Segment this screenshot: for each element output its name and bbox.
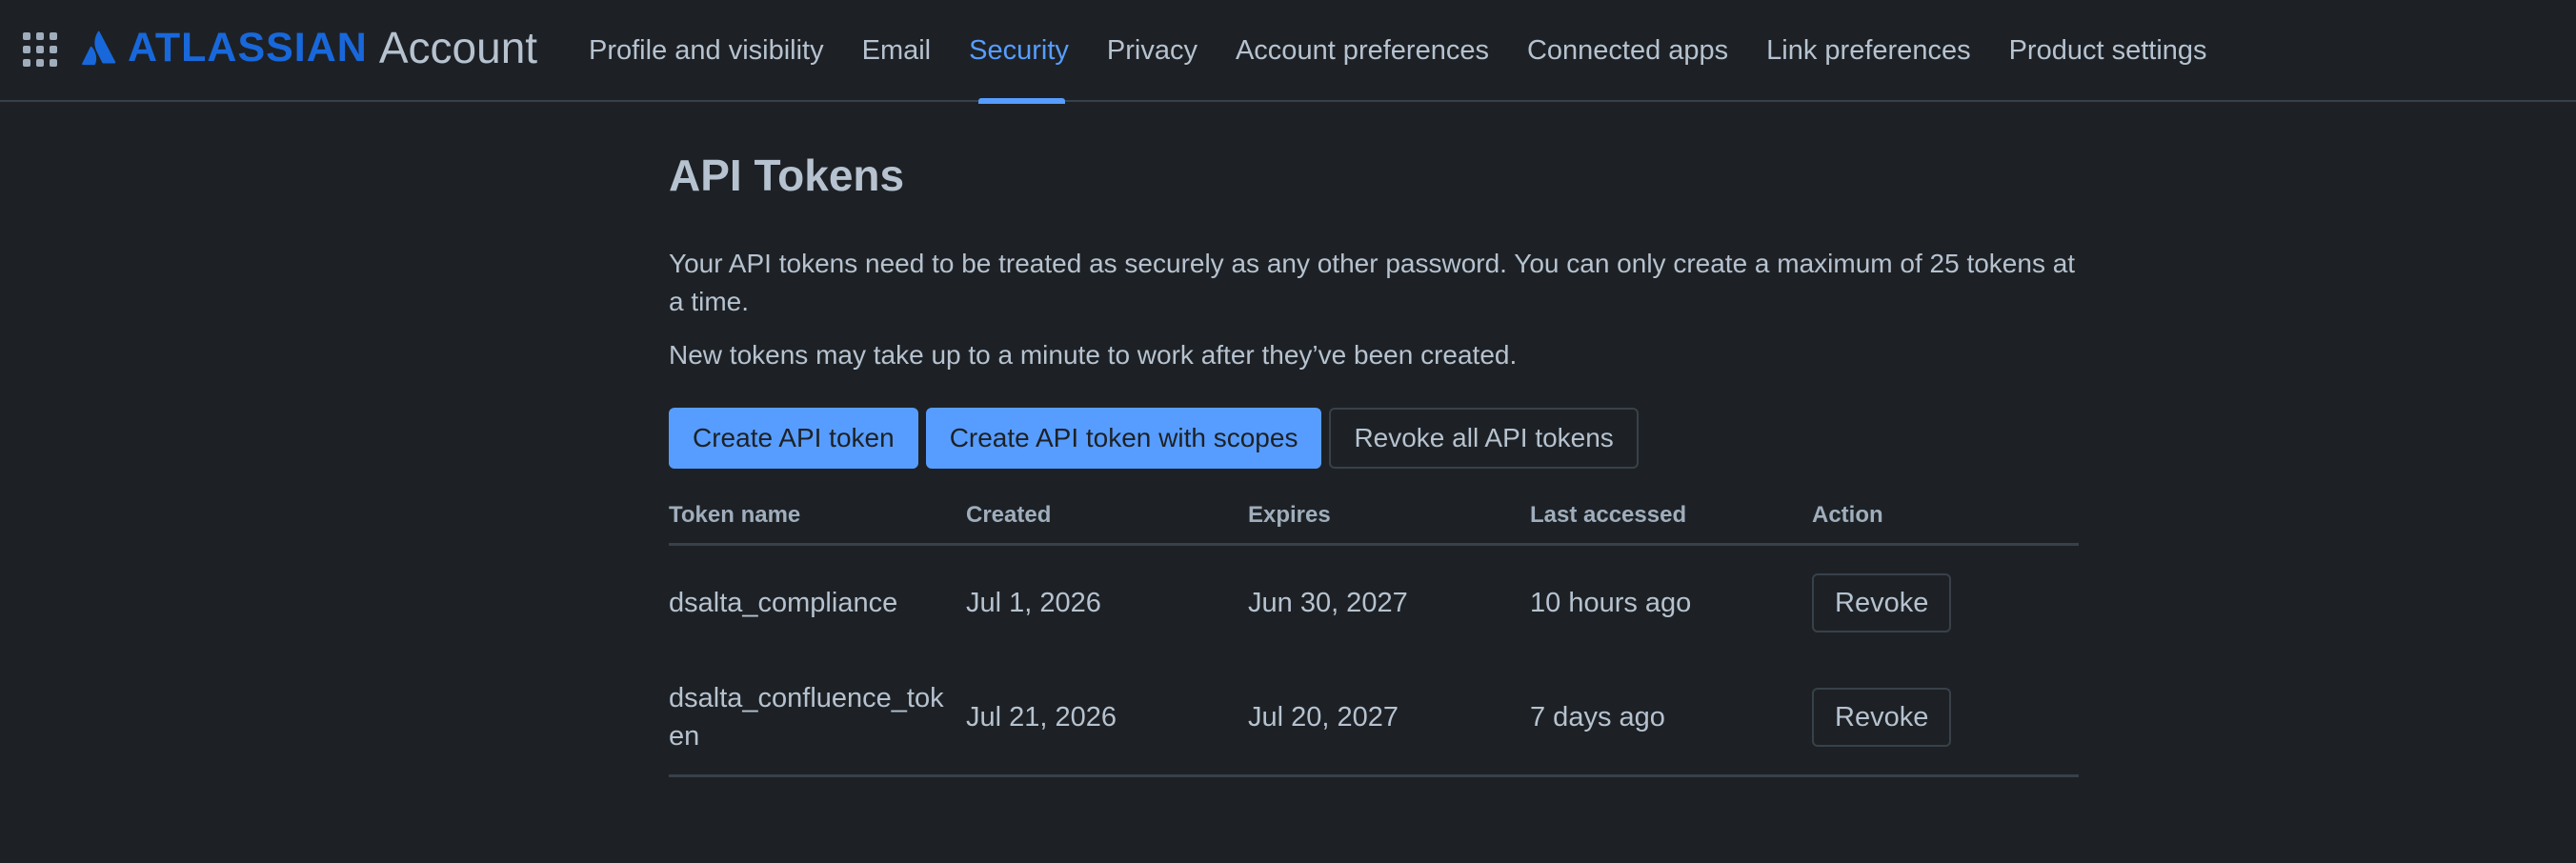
header-token-name: Token name [669,502,801,528]
token-expires: Jul 20, 2027 [1248,701,1399,733]
table-header: Token name Created Expires Last accessed… [669,502,2079,546]
nav-tabs: Profile and visibility Email Security Pr… [570,0,2226,104]
token-last-accessed: 10 hours ago [1530,587,1692,618]
table-body: dsalta_compliance Jul 1, 2026 Jun 30, 20… [669,546,2079,777]
product-name: Account [378,23,538,72]
revoke-all-api-tokens-button[interactable]: Revoke all API tokens [1329,408,1639,469]
atlassian-logo-icon [82,30,116,66]
description-secondary: New tokens may take up to a minute to wo… [669,340,1518,370]
tab-profile-and-visibility[interactable]: Profile and visibility [570,0,843,102]
description: Your API tokens need to be treated as se… [669,249,2076,316]
api-tokens-table: Token name Created Expires Last accessed… [669,502,2079,777]
table-row: dsalta_confluence_token Jul 21, 2026 Jul… [669,660,2079,774]
token-last-accessed: 7 days ago [1530,701,1665,733]
header-action: Action [1812,502,1883,528]
brand-name: ATLASSIAN [128,24,368,70]
action-buttons: Create API token Create API token with s… [669,408,1639,469]
token-created: Jul 21, 2026 [966,701,1117,733]
token-created: Jul 1, 2026 [966,587,1101,618]
top-navigation: ATLASSIAN Account Profile and visibility… [0,0,2576,104]
token-expires: Jun 30, 2027 [1248,587,1408,618]
header-created: Created [966,502,1052,528]
token-name: dsalta_compliance [669,588,898,618]
tab-connected-apps[interactable]: Connected apps [1508,0,1747,102]
tab-product-settings[interactable]: Product settings [1990,0,2226,102]
revoke-button[interactable]: Revoke [1812,688,1952,747]
table-row: dsalta_compliance Jul 1, 2026 Jun 30, 20… [669,546,2079,660]
atlassian-account-logo[interactable]: ATLASSIAN Account [80,23,537,72]
token-action-cell: Revoke [1812,573,2079,632]
create-api-token-with-scopes-button[interactable]: Create API token with scopes [925,408,1322,469]
revoke-button[interactable]: Revoke [1812,573,1952,632]
grid-icon[interactable] [23,32,57,67]
tab-account-preferences[interactable]: Account preferences [1217,0,1508,102]
tab-privacy[interactable]: Privacy [1088,0,1217,102]
token-name: dsalta_confluence_token [669,683,944,752]
tab-link-preferences[interactable]: Link preferences [1747,0,1989,102]
token-action-cell: Revoke [1812,688,2079,747]
tab-email[interactable]: Email [843,0,951,102]
header-expires: Expires [1248,502,1331,528]
create-api-token-button[interactable]: Create API token [669,408,918,469]
tab-security[interactable]: Security [950,0,1088,104]
page-title: API Tokens [669,151,905,200]
header-last-accessed: Last accessed [1530,502,1687,528]
